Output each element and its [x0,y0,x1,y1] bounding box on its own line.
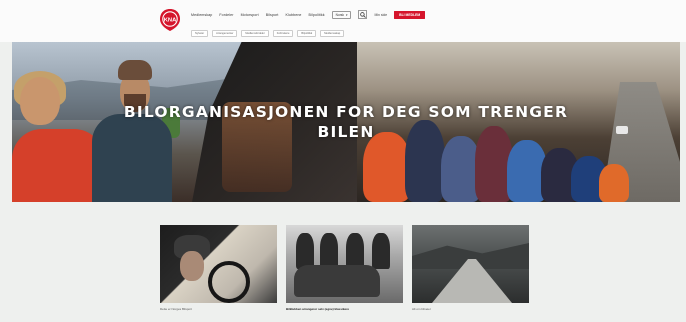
subnav-item-forbrukere[interactable]: Forbrukere [272,30,294,37]
subnav-item-medlemsfordeler[interactable]: Medlemsfordeler [241,30,269,37]
hero-title-line2: BILEN [317,123,375,141]
nav-item-bilsport[interactable]: Bilsport [266,13,279,17]
sub-nav: Nyheter Arrangementer Medlemsfordeler Fo… [191,30,345,37]
subnav-item-arrangementer[interactable]: Arrangementer [212,30,238,37]
article-card-title[interactable]: Dette er Norges Bilsport [160,307,277,311]
article-card[interactable]: Alt om bilveier [412,225,529,311]
article-card-image [412,225,529,303]
language-select[interactable]: Norsk ▾ [331,10,352,19]
hero-title-line1: BILORGANISASJONEN FOR DEG SOM TRENGER [123,103,569,121]
article-card[interactable]: Dette er Norges Bilsport [160,225,277,311]
nav-item-klubbene[interactable]: Klubbene [286,13,302,17]
article-card-image [160,225,277,303]
search-icon [360,11,366,18]
login-link[interactable]: Min side [374,13,387,17]
subnav-item-bilpolitikk[interactable]: Bilpolitikk [297,30,317,37]
article-card-image [286,225,403,303]
nav-item-fordeler[interactable]: Fordeler [219,13,233,17]
article-card-title[interactable]: Bilklubben arrangerer selv (egne) klassi… [286,307,403,311]
hero-banner: BILORGANISASJONEN FOR DEG SOM TRENGER BI… [12,42,680,202]
article-cards: Dette er Norges Bilsport Bilklubben arra… [160,225,529,311]
language-label: Norsk [335,12,344,17]
subnav-item-medlemsskap[interactable]: Medlemsskap [320,30,345,37]
main-nav: Medlemskap Fordeler Motorsport Bilsport … [191,10,426,19]
nav-item-bilpolitikk[interactable]: Bilpolitikk [309,13,325,17]
logo-text: KNA [164,17,177,23]
hero-title: BILORGANISASJONEN FOR DEG SOM TRENGER BI… [12,102,680,142]
nav-item-motorsport[interactable]: Motorsport [241,13,259,17]
become-member-button[interactable]: BLI MEDLEM [394,10,426,19]
site-header: KNA Medlemskap Fordeler Motorsport Bilsp… [0,0,686,42]
chevron-down-icon: ▾ [345,12,348,17]
search-button[interactable] [358,10,368,19]
article-card[interactable]: Bilklubben arrangerer selv (egne) klassi… [286,225,403,311]
article-card-title[interactable]: Alt om bilveier [412,307,529,311]
nav-item-medlemskap[interactable]: Medlemskap [191,13,212,17]
subnav-item-nyheter[interactable]: Nyheter [191,30,209,37]
kna-logo[interactable]: KNA [159,8,181,32]
